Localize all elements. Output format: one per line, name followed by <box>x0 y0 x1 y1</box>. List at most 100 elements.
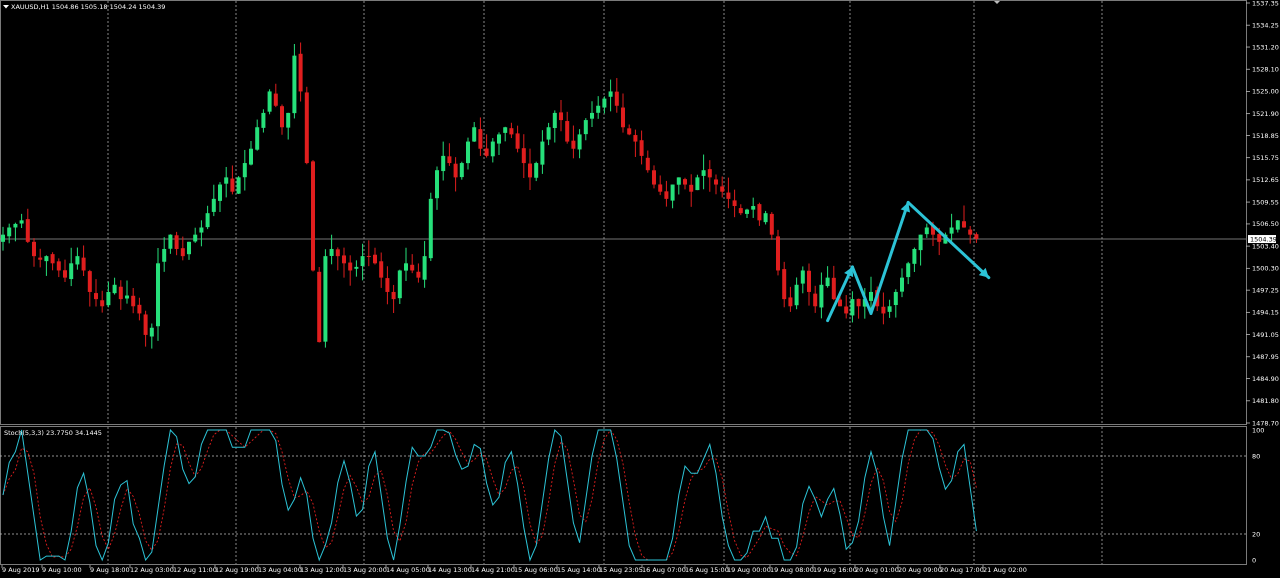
candle-body <box>205 213 210 228</box>
candle-body <box>118 286 123 300</box>
candle-body <box>255 127 260 150</box>
candle-body <box>13 223 18 228</box>
candle-body <box>230 178 235 192</box>
candle-body <box>447 156 452 164</box>
candle-body <box>366 255 371 257</box>
candle-body <box>112 284 117 294</box>
candle-body <box>428 198 433 259</box>
candle-body <box>664 191 669 199</box>
candle-body <box>342 255 346 264</box>
candle-body <box>25 219 30 242</box>
candle-body <box>373 254 377 264</box>
time-tick-label: 19 Aug 08:00 <box>770 566 814 574</box>
candle-body <box>521 148 526 164</box>
candle-body <box>38 257 43 260</box>
candle-body <box>404 263 408 271</box>
candle-body <box>819 284 824 308</box>
candle-body <box>546 127 551 140</box>
candle-body <box>838 299 842 307</box>
candle-body <box>800 270 805 284</box>
candle-body <box>918 234 923 251</box>
price-tick-label: 1497.25 <box>1252 286 1279 294</box>
candle-body <box>416 271 421 278</box>
candle-body <box>602 98 607 108</box>
candle-body <box>199 227 204 233</box>
candle-body <box>236 177 241 194</box>
candle-body <box>106 291 111 306</box>
candle-body <box>571 140 576 149</box>
price-chart[interactable]: 1537.35 1534.25 1531.20 1528.10 1525.00 1521.… <box>0 0 1280 578</box>
price-tick-label: 1509.55 <box>1252 198 1279 206</box>
current-price-tag: 1504.39 <box>1248 235 1277 243</box>
candle-body <box>174 235 179 249</box>
candle-body <box>534 163 539 178</box>
price-tick-label: 1484.90 <box>1252 375 1279 383</box>
time-tick-label: 14 Aug 13:00 <box>428 566 472 574</box>
candle-body <box>732 200 737 207</box>
time-tick-label: 15 Aug 14:00 <box>557 566 601 574</box>
candle-body <box>844 306 849 314</box>
candle-body <box>707 169 712 178</box>
price-tick-label: 1503.40 <box>1252 242 1279 250</box>
candle-body <box>292 55 297 114</box>
candle-body <box>304 92 309 164</box>
candle-body <box>540 141 545 165</box>
candle-body <box>311 161 315 271</box>
price-tick-label: 1512.65 <box>1252 176 1279 184</box>
candle-body <box>769 213 774 235</box>
candle-body <box>633 135 638 142</box>
candle-body <box>968 229 973 235</box>
candle-body <box>168 234 173 249</box>
candle-body <box>596 105 601 113</box>
candle-body <box>608 91 613 97</box>
candle-body <box>509 128 514 135</box>
price-tick-label: 1500.30 <box>1252 265 1279 273</box>
candle-body <box>317 271 322 343</box>
candle-body <box>503 127 508 133</box>
price-tick-label: 1534.25 <box>1252 21 1279 29</box>
candle-body <box>955 220 960 230</box>
candle-body <box>751 206 756 210</box>
time-tick-label: 12 Aug 11:00 <box>173 566 217 574</box>
stoch-tick-label: 20 <box>1252 530 1260 538</box>
candle-body <box>125 295 129 299</box>
candle-body <box>261 112 266 128</box>
candle-body <box>856 298 861 307</box>
price-tick-label: 1481.80 <box>1252 397 1279 405</box>
candle-body <box>670 184 675 201</box>
candle-body <box>329 248 334 256</box>
candle-body <box>720 186 725 192</box>
candle-body <box>478 129 483 149</box>
chart-background <box>0 0 1280 578</box>
candle-body <box>19 220 24 224</box>
candle-body <box>701 170 706 176</box>
candle-body <box>831 277 836 300</box>
time-tick-label: 19 Aug 00:00 <box>727 566 771 574</box>
candle-body <box>435 170 439 199</box>
candle-body <box>652 170 656 185</box>
candle-body <box>676 177 681 185</box>
price-tick-label: 1537.35 <box>1252 0 1279 7</box>
time-tick-label: 12 Aug 19:00 <box>215 566 259 574</box>
candle-body <box>267 91 272 112</box>
candle-body <box>348 262 353 271</box>
candle-body <box>689 184 694 192</box>
candle-body <box>131 295 136 307</box>
candle-body <box>472 127 477 142</box>
candle-body <box>211 198 216 212</box>
candle-body <box>794 284 799 306</box>
candle-body <box>577 134 582 150</box>
candle-body <box>763 213 768 223</box>
candle-body <box>453 163 458 178</box>
candle-body <box>788 297 793 307</box>
candle-body <box>441 155 446 172</box>
candle-body <box>683 179 687 185</box>
candle-body <box>149 327 154 337</box>
candle-body <box>565 121 570 142</box>
candle-body <box>459 163 464 178</box>
candle-body <box>298 53 303 92</box>
time-tick-label: 15 Aug 06:00 <box>514 566 558 574</box>
candle-body <box>881 306 886 314</box>
candle-body <box>639 140 644 156</box>
candle-body <box>974 234 979 239</box>
